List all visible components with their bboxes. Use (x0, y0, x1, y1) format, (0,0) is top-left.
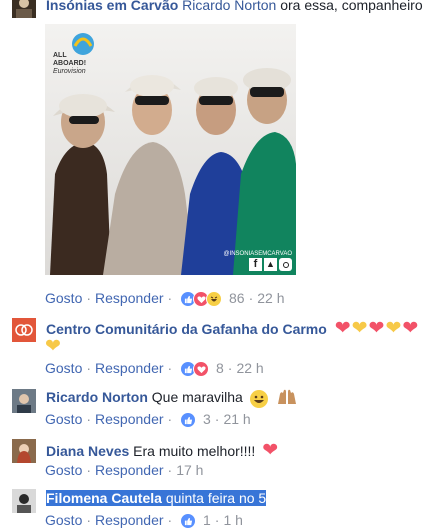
avatar-image (12, 389, 36, 413)
photo-watermark: @INSONIASEMCARVAO f ▲ (223, 251, 292, 271)
reaction-count[interactable]: 86 (229, 290, 245, 306)
red-heart-icon: ❤ (368, 318, 386, 339)
comment-text-row: Diana Neves Era muito melhor!!!! ❤ (46, 439, 278, 462)
avatar-image (12, 0, 36, 18)
comment-time[interactable]: 21 h (223, 411, 250, 427)
like-reaction-icon (180, 513, 197, 530)
like-link[interactable]: Gosto (45, 512, 82, 528)
reaction-count[interactable]: 1 (203, 512, 211, 528)
comment-text: quinta feira no 5 (165, 490, 267, 506)
avatar-filomena[interactable] (12, 489, 36, 513)
like-link[interactable]: Gosto (45, 360, 82, 376)
grin-emoji-icon (249, 389, 268, 408)
raised-hands-icon (276, 388, 298, 409)
comment-time[interactable]: 22 h (257, 290, 284, 306)
comment-actions: Gosto · Responder · 17 h (45, 462, 204, 478)
comment-time[interactable]: 22 h (236, 360, 263, 376)
logo-icon (15, 324, 33, 336)
comment-actions: Gosto · Responder · 3 · 21 h (45, 411, 251, 429)
avatar-centro[interactable] (12, 318, 36, 342)
avatar-insonias[interactable] (12, 0, 36, 18)
comment-time[interactable]: 1 h (223, 512, 242, 528)
instagram-icon (279, 258, 292, 271)
yellow-heart-icon: ❤ (351, 318, 369, 339)
comment-text-row: Centro Comunitário da Gafanha do Carmo ❤… (46, 317, 419, 340)
comment-author[interactable]: Filomena Cautela (46, 490, 162, 506)
photo-badge: ALL ABOARD! Eurovision (53, 52, 93, 76)
red-heart-icon: ❤ (402, 318, 420, 339)
like-link[interactable]: Gosto (45, 290, 82, 306)
avatar-image (12, 439, 36, 463)
like-reaction-icon (180, 412, 197, 429)
like-link[interactable]: Gosto (45, 411, 82, 427)
selected-text: Filomena Cautela quinta feira no 5 (46, 490, 267, 506)
reaction-count[interactable]: 8 (216, 360, 224, 376)
watermark-text: @INSONIASEMCARVAO (223, 251, 292, 257)
emoji-hearts: ❤❤❤❤❤ (334, 318, 420, 339)
comment-author[interactable]: Centro Comunitário da Gafanha do Carmo (46, 321, 327, 337)
comment-author[interactable]: Insónias em Carvão (46, 0, 178, 13)
badge-text: ALL ABOARD! (53, 52, 87, 67)
yellow-heart-icon: ❤ (385, 318, 403, 339)
reactions[interactable] (180, 412, 197, 429)
like-link[interactable]: Gosto (45, 462, 82, 478)
badge-sub: Eurovision (53, 68, 86, 75)
comment-actions: Gosto · Responder · 8 · 22 h (45, 360, 264, 378)
reactions[interactable] (180, 513, 197, 530)
facebook-icon: f (249, 258, 262, 271)
love-reaction-icon (193, 361, 210, 378)
reply-link[interactable]: Responder (95, 512, 164, 528)
comment-photo[interactable]: ALL ABOARD! Eurovision @INSONIASEMCARVAO… (45, 24, 296, 275)
red-heart-icon: ❤ (262, 440, 279, 461)
avatar-diana[interactable] (12, 439, 36, 463)
reply-link[interactable]: Responder (95, 411, 164, 427)
comment-text-row: Filomena Cautela quinta feira no 5 (46, 490, 267, 506)
comment-text-row: Ricardo Norton Que maravilha (46, 388, 298, 409)
avatar-ricardo[interactable] (12, 389, 36, 413)
comment-actions: Gosto · Responder · 1 · 1 h (45, 512, 243, 530)
yellow-heart-icon: ❤ (45, 336, 61, 357)
comment-actions: Gosto · Responder · 86 · 22 h (45, 290, 285, 308)
red-heart-icon: ❤ (334, 318, 352, 339)
emoji-hearts-wrap: ❤ (45, 335, 61, 358)
comment-time[interactable]: 17 h (176, 462, 203, 478)
comment-text: Era muito melhor!!!! (133, 443, 256, 459)
twitter-icon: ▲ (264, 258, 277, 271)
reaction-count[interactable]: 3 (203, 411, 211, 427)
reply-link[interactable]: Responder (95, 462, 164, 478)
comment-author[interactable]: Ricardo Norton (46, 389, 148, 405)
mention-link[interactable]: Ricardo Norton (182, 0, 276, 13)
comment-text: ora essa, companheiro (276, 0, 423, 13)
comment-text: Que maravilha (151, 389, 243, 406)
reply-link[interactable]: Responder (95, 290, 164, 306)
reactions[interactable] (180, 361, 210, 378)
comment-author[interactable]: Diana Neves (46, 443, 129, 459)
comment-text-row: Insónias em Carvão Ricardo Norton ora es… (46, 0, 423, 13)
haha-reaction-icon (206, 291, 223, 308)
reply-link[interactable]: Responder (95, 360, 164, 376)
avatar-image (12, 489, 36, 513)
reactions[interactable] (180, 291, 223, 308)
